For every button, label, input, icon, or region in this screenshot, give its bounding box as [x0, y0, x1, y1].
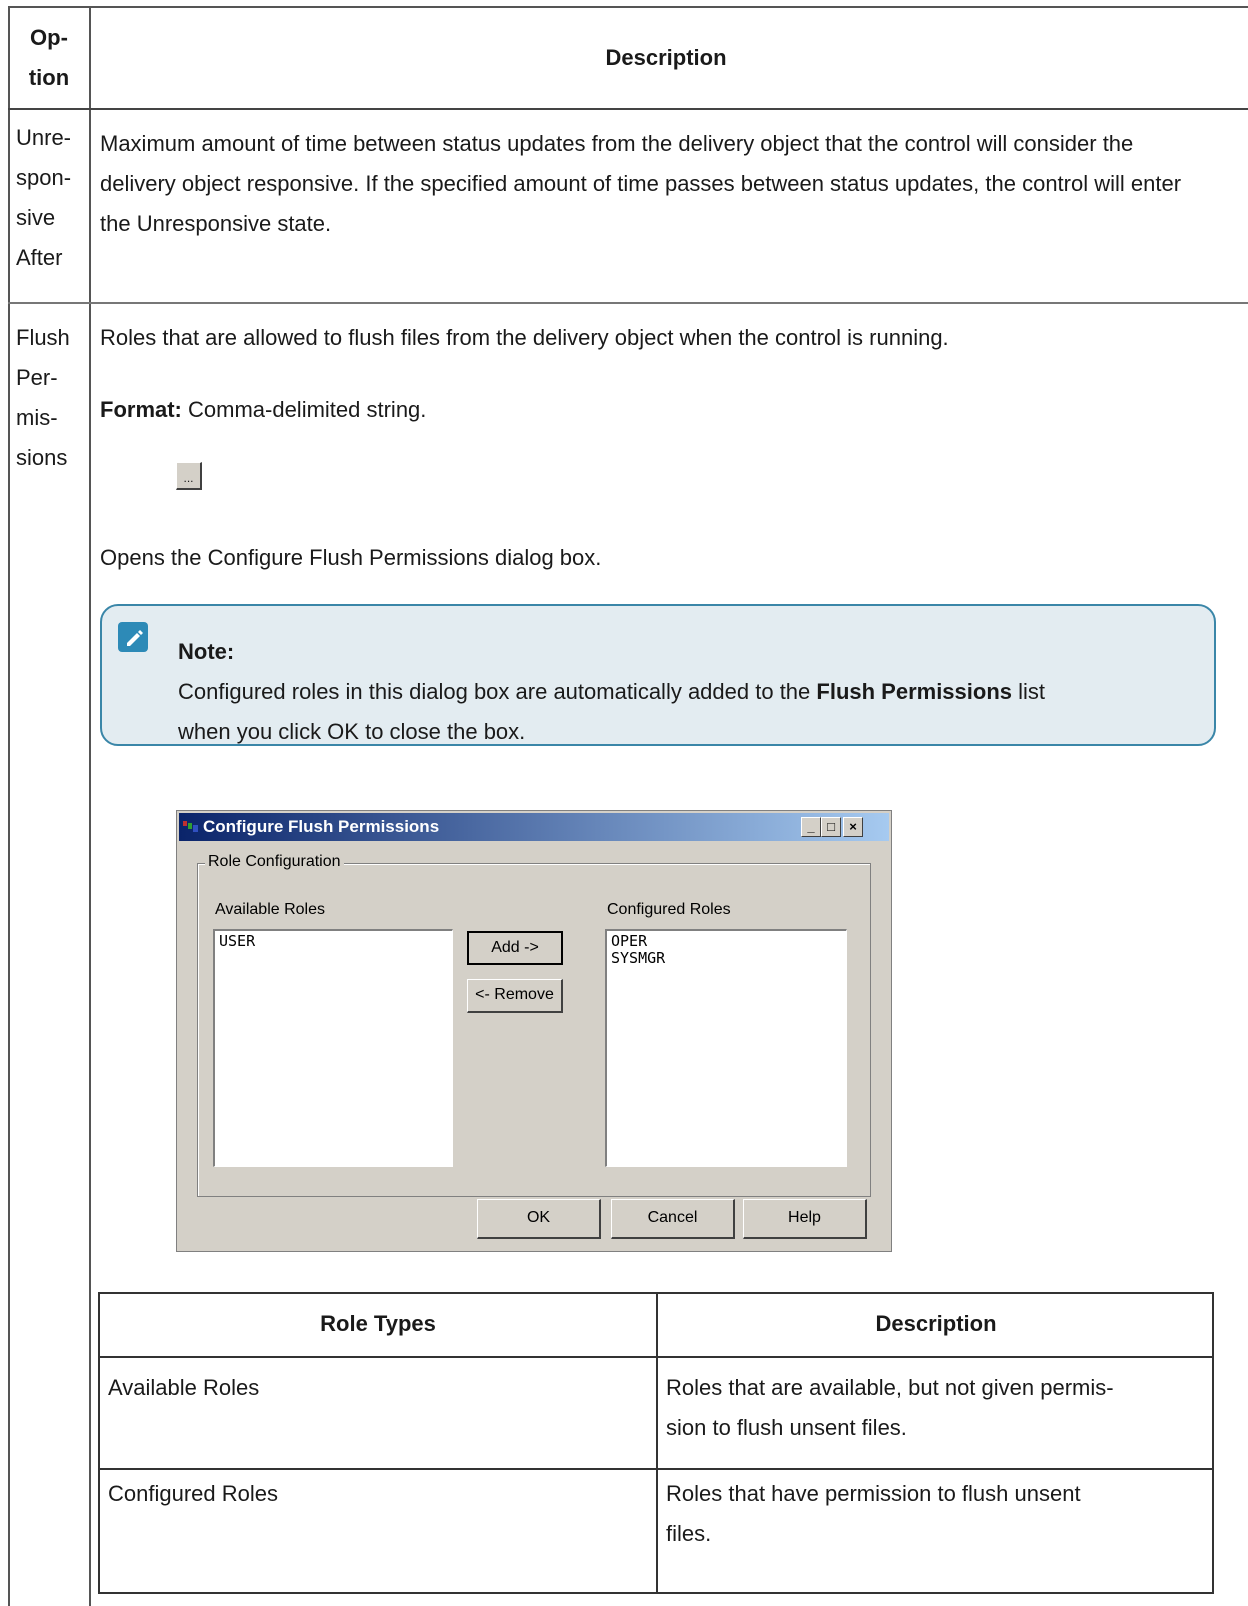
- table-border-left: [8, 6, 10, 1606]
- option-unresponsive-after: Unre- spon- sive After: [16, 125, 72, 270]
- header-description: Description: [605, 45, 727, 70]
- configured-roles-list[interactable]: OPER SYSMGR: [605, 929, 847, 1167]
- close-button[interactable]: ×: [843, 817, 863, 837]
- header-option: Op- tion: [28, 25, 70, 90]
- note-body-post: when you click OK to close the box.: [178, 719, 526, 744]
- sub-table-column-divider: [656, 1294, 658, 1592]
- configure-flush-permissions-dialog: Configure Flush Permissions _ □ × Role C…: [176, 810, 892, 1252]
- opens-dialog-text: Opens the Configure Flush Permissions di…: [100, 545, 602, 570]
- note-body-pre: Configured roles in this dialog box are …: [178, 679, 817, 704]
- description-flush-permissions: Roles that are allowed to flush files fr…: [100, 325, 949, 350]
- role-configuration-label: Role Configuration: [205, 853, 344, 871]
- cancel-button[interactable]: Cancel: [611, 1199, 735, 1239]
- note-title: Note:: [178, 639, 235, 664]
- dialog-title-bar: Configure Flush Permissions _ □ ×: [179, 813, 889, 841]
- format-value: Comma-delimited string.: [181, 397, 427, 422]
- format-label: Format:: [100, 397, 182, 422]
- table-header-divider: [8, 108, 1248, 110]
- note-body-bold: Flush Permissions: [816, 679, 1013, 704]
- role-description-header: Description: [875, 1311, 997, 1336]
- list-item[interactable]: OPER: [611, 933, 842, 950]
- note-box: Note: Configured roles in this dialog bo…: [100, 604, 1216, 746]
- available-roles-list[interactable]: USER: [213, 929, 453, 1167]
- dialog-title: Configure Flush Permissions: [203, 817, 440, 836]
- note-body: Configured roles in this dialog box are …: [178, 672, 1198, 752]
- ok-button[interactable]: OK: [477, 1199, 601, 1239]
- app-icon: [183, 821, 198, 832]
- option-flush-permissions: Flush Per- mis- sions: [16, 325, 70, 470]
- role-available-description: Roles that are available, but not given …: [666, 1375, 1114, 1440]
- description-unresponsive-after: Maximum amount of time between status up…: [100, 131, 1182, 236]
- add-button[interactable]: Add ->: [467, 931, 563, 965]
- maximize-button[interactable]: □: [821, 817, 841, 837]
- table-row-divider: [8, 302, 1248, 304]
- configured-roles-label: Configured Roles: [607, 901, 731, 918]
- available-roles-label: Available Roles: [215, 901, 325, 918]
- role-configured-name: Configured Roles: [108, 1481, 278, 1506]
- role-available-name: Available Roles: [108, 1375, 260, 1400]
- format-line: Format: Comma-delimited string.: [100, 390, 426, 430]
- browse-button[interactable]: ...: [176, 462, 202, 490]
- remove-button[interactable]: <- Remove: [467, 979, 563, 1013]
- pencil-icon: [118, 622, 148, 652]
- role-types-table: Role Types Description Available Roles R…: [98, 1292, 1214, 1594]
- role-configured-description: Roles that have permission to flush unse…: [666, 1481, 1081, 1546]
- help-button[interactable]: Help: [743, 1199, 867, 1239]
- list-item[interactable]: SYSMGR: [611, 950, 842, 967]
- role-types-header: Role Types: [320, 1311, 436, 1336]
- table-border-top: [8, 6, 1248, 8]
- list-item[interactable]: USER: [219, 933, 448, 950]
- table-column-divider: [89, 6, 91, 1606]
- note-body-mid: list: [1012, 679, 1046, 704]
- minimize-button[interactable]: _: [801, 817, 821, 837]
